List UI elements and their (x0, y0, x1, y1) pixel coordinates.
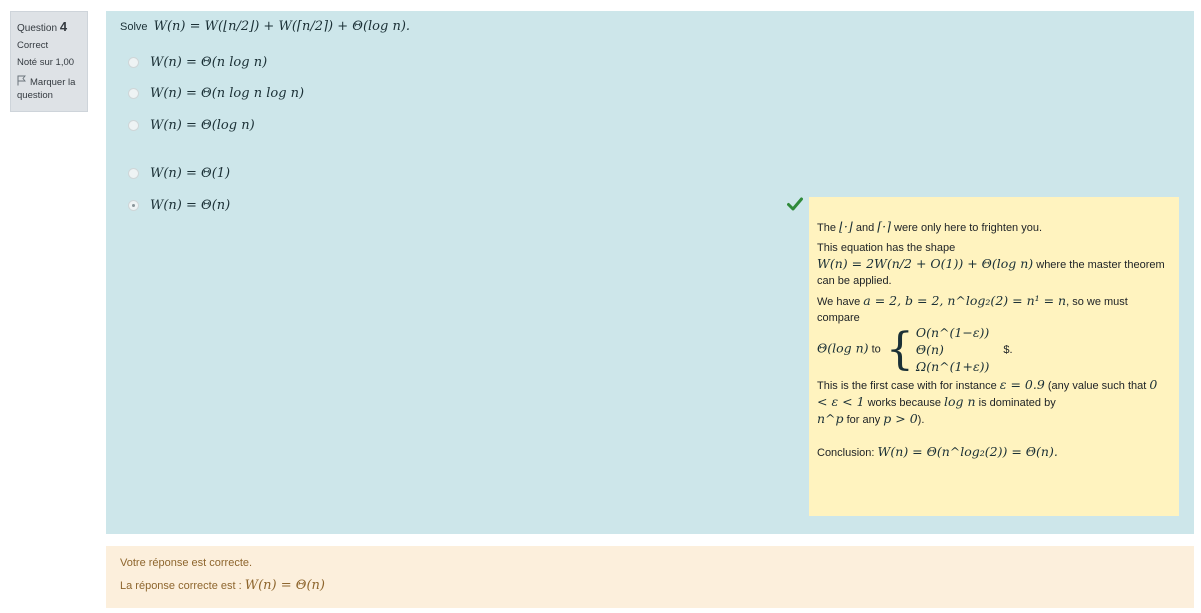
answer-text-2: W(n) = Θ(n log n log n) (150, 85, 305, 101)
question-grade: Noté sur 1,00 (17, 57, 75, 68)
flag-icon (17, 75, 26, 86)
answer-text-1: W(n) = Θ(n log n) (150, 54, 268, 70)
answer-radio-1[interactable] (128, 56, 139, 68)
feedback-paragraph-2: This equation has the shape W(n) = 2W(n/… (817, 242, 1165, 287)
answer-option-3[interactable]: W(n) = Θ(log n) (128, 115, 255, 135)
right-answer: La réponse correcte est : W(n) = Θ(n) (120, 578, 325, 593)
question-content: Solve W(n) = W(⌊n/2⌋) + W(⌈n/2⌉) + Θ(log… (106, 11, 1194, 534)
question-info-panel: Question 4 Correct Noté sur 1,00 Marquer… (10, 11, 88, 112)
answer-radio-3[interactable] (128, 119, 139, 131)
answer-option-5[interactable]: W(n) = Θ(n) (128, 195, 230, 215)
answer-radio-4[interactable] (128, 167, 139, 179)
correct-check-icon (787, 197, 803, 211)
question-formula: W(n) = W(⌊n/2⌋) + W(⌈n/2⌉) + Θ(log n). (153, 19, 411, 34)
feedback-paragraph-3: We have a = 2, b = 2, n^log₂(2) = n¹ = n… (817, 293, 1128, 324)
question-prompt: Solve W(n) = W(⌊n/2⌋) + W(⌈n/2⌉) + Θ(log… (120, 19, 411, 34)
question-number: Question 4 (17, 19, 68, 34)
outcome-message: Votre réponse est correcte. (120, 557, 253, 569)
feedback-cases: Θ(log n) to { O(n^(1−ε)) Θ(n) Ω(n^(1+ε))… (817, 323, 1013, 375)
feedback-paragraph-4: This is the first case with for instance… (817, 377, 1158, 426)
flag-question-link[interactable]: Marquer la question (17, 75, 81, 102)
answer-option-2[interactable]: W(n) = Θ(n log n log n) (128, 83, 304, 103)
feedback-paragraph-1: The ⌊·⌋ and ⌈·⌉ were only here to fright… (817, 219, 1043, 234)
answer-text-4: W(n) = Θ(1) (150, 165, 231, 181)
answer-text-5: W(n) = Θ(n) (150, 197, 231, 213)
answer-radio-5[interactable] (128, 199, 139, 211)
answer-text-3: W(n) = Θ(log n) (150, 117, 255, 133)
answer-radio-2[interactable] (128, 87, 139, 99)
question-state: Correct (17, 40, 49, 51)
specific-feedback: The ⌊·⌋ and ⌈·⌉ were only here to fright… (809, 197, 1179, 516)
feedback-conclusion: Conclusion: W(n) = Θ(n^log₂(2)) = Θ(n). (817, 444, 1058, 459)
outcome-panel: Votre réponse est correcte. La réponse c… (106, 546, 1194, 608)
answer-option-1[interactable]: W(n) = Θ(n log n) (128, 52, 267, 72)
answer-option-4[interactable]: W(n) = Θ(1) (128, 163, 230, 183)
